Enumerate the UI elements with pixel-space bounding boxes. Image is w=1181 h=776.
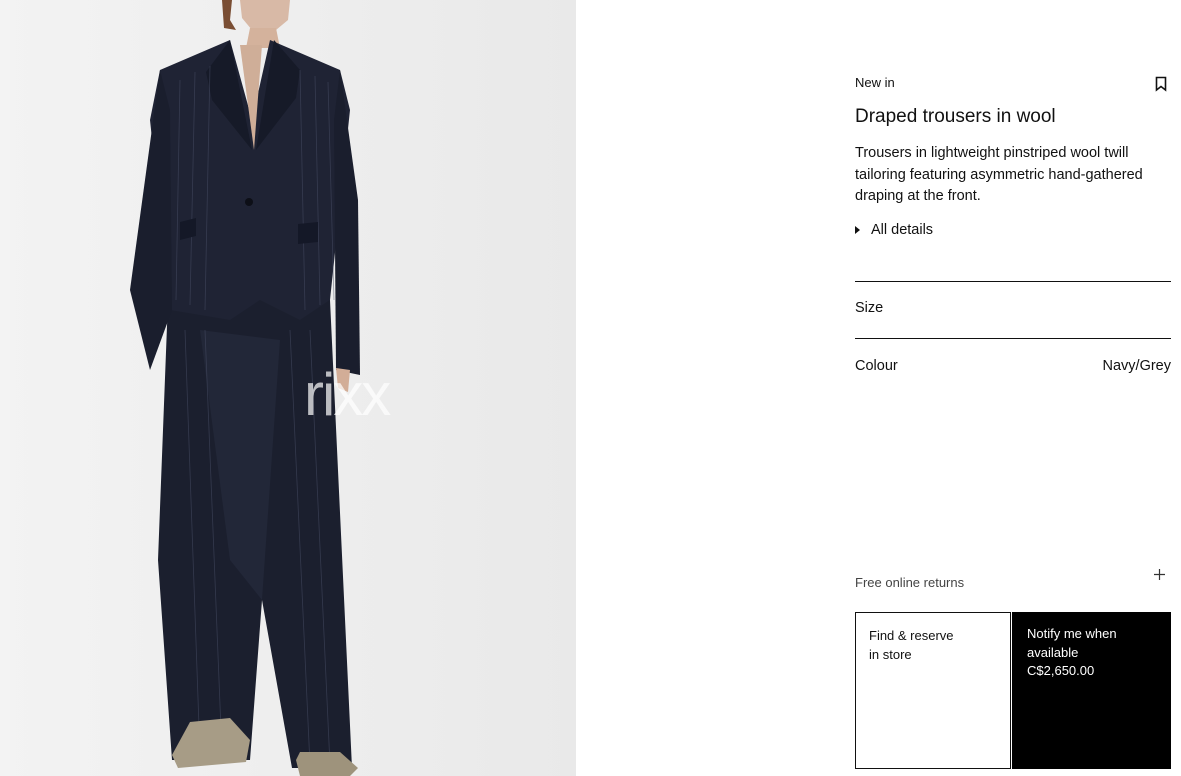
notify-me-button[interactable]: Notify me when available C$2,650.00 <box>1012 612 1171 769</box>
bookmark-icon[interactable] <box>1155 76 1167 92</box>
model-figure-illustration <box>130 0 360 776</box>
product-image[interactable]: rixx <box>0 0 576 776</box>
all-details-label: All details <box>871 222 934 238</box>
free-returns-label: Free online returns <box>855 575 965 590</box>
triangle-right-icon <box>855 226 860 234</box>
store-button-line1: Find & reserve <box>869 628 954 643</box>
store-button-line2: in store <box>869 647 912 662</box>
colour-row: Colour Navy/Grey <box>855 358 1171 374</box>
image-watermark: rixx <box>304 361 391 428</box>
product-description: Trousers in lightweight pinstriped wool … <box>855 145 1143 204</box>
colour-value: Navy/Grey <box>1102 358 1172 374</box>
all-details-toggle[interactable]: All details <box>855 222 933 238</box>
find-reserve-in-store-button[interactable]: Find & reserve in store <box>855 612 1011 769</box>
colour-label: Colour <box>855 358 898 374</box>
divider <box>855 338 1171 339</box>
size-selector[interactable]: Size <box>855 300 1171 316</box>
plus-icon[interactable] <box>1154 567 1165 585</box>
product-title: Draped trousers in wool <box>855 106 1056 127</box>
notify-button-line2: available <box>1027 644 1079 660</box>
price: C$2,650.00 <box>1027 663 1095 678</box>
product-info-panel: New in Draped trousers in wool Trousers … <box>855 0 1171 776</box>
divider <box>855 281 1171 282</box>
notify-button-line1: Notify me when <box>1027 626 1117 641</box>
size-label: Size <box>855 300 884 316</box>
new-in-badge: New in <box>855 75 895 90</box>
